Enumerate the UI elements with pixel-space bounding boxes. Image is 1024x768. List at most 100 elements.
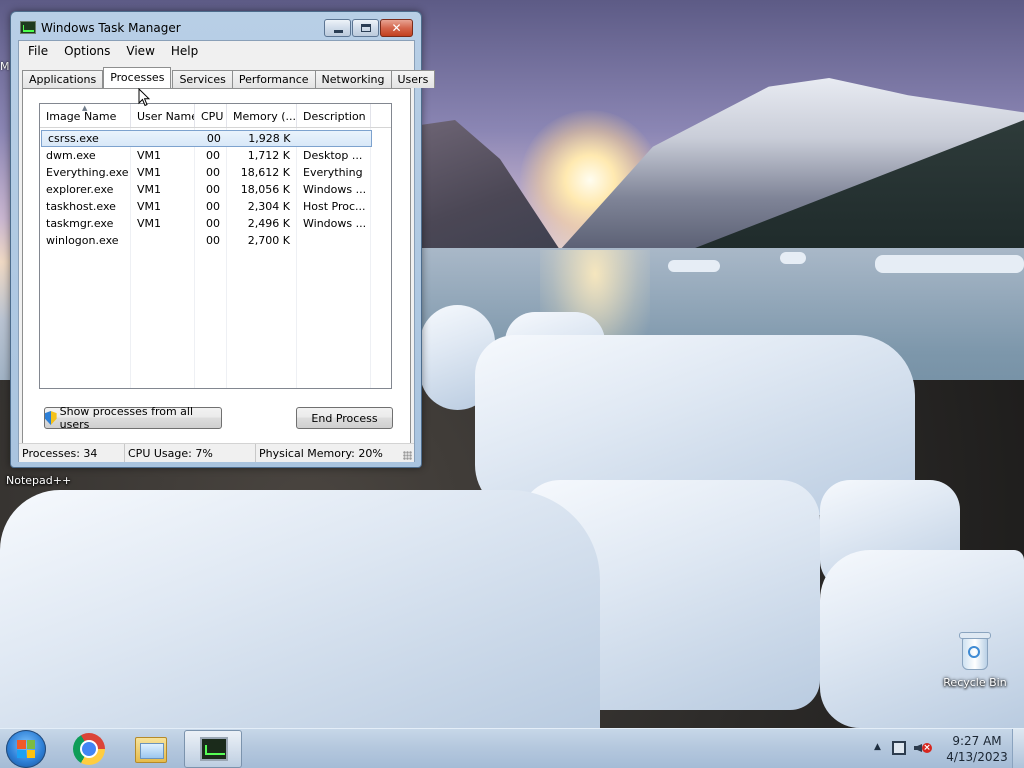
window-title: Windows Task Manager xyxy=(41,21,181,35)
wallpaper-floe xyxy=(780,252,806,264)
table-row[interactable]: csrss.exe 00 1,928 K xyxy=(41,130,372,147)
maximize-button[interactable] xyxy=(352,19,379,37)
caption-buttons: ✕ xyxy=(323,19,413,37)
close-icon: ✕ xyxy=(391,21,402,35)
column-label: Description xyxy=(303,110,366,123)
maximize-icon xyxy=(361,24,371,32)
cell-mem: 2,700 K xyxy=(247,234,290,247)
status-physical-memory: Physical Memory: 20% xyxy=(259,447,383,460)
taskbar-explorer[interactable] xyxy=(122,730,180,768)
desktop-partial-label: M xyxy=(0,60,10,73)
column-user-name[interactable]: User Name xyxy=(131,104,195,127)
recycle-bin-icon xyxy=(959,630,991,672)
desktop-icon-notepadpp[interactable]: Notepad++ xyxy=(6,474,71,487)
cell-mem: 1,712 K xyxy=(247,149,290,162)
button-label: Show processes from all users xyxy=(59,405,194,431)
column-filler xyxy=(371,104,391,127)
network-icon[interactable] xyxy=(892,741,906,755)
sort-ascending-icon: ▲ xyxy=(82,104,88,112)
tab-users[interactable]: Users xyxy=(390,70,436,88)
tab-performance[interactable]: Performance xyxy=(231,70,316,88)
start-button[interactable] xyxy=(6,730,46,768)
status-cpu-usage: CPU Usage: 7% xyxy=(125,444,256,462)
status-processes: Processes: 34 xyxy=(19,444,125,462)
table-row[interactable]: Everything.exe VM1 00 18,612 K Everything xyxy=(40,164,391,181)
process-list[interactable]: ▲ Image Name User Name CPU Memory (... D… xyxy=(39,103,392,389)
taskbar-chrome[interactable] xyxy=(60,730,118,768)
show-desktop-button[interactable] xyxy=(1012,729,1024,768)
cell-mem: 18,612 K xyxy=(240,166,290,179)
clock[interactable]: 9:27 AM 4/13/2023 xyxy=(942,733,1012,765)
explorer-folder-icon xyxy=(135,737,167,763)
cell-user: VM1 xyxy=(137,166,162,179)
title-bar[interactable]: Windows Task Manager ✕ xyxy=(11,12,421,40)
cell-cpu: 00 xyxy=(206,234,220,247)
cell-user: VM1 xyxy=(137,217,162,230)
system-tray: ▲ 9:27 AM 4/13/2023 xyxy=(864,729,1024,768)
close-button[interactable]: ✕ xyxy=(380,19,413,37)
cell-name: csrss.exe xyxy=(48,132,99,145)
column-memory[interactable]: Memory (... xyxy=(227,104,297,127)
column-label: User Name xyxy=(137,110,195,123)
cell-mem: 2,496 K xyxy=(247,217,290,230)
cell-name: winlogon.exe xyxy=(46,234,119,247)
table-row[interactable]: winlogon.exe 00 2,700 K xyxy=(40,232,391,249)
show-hidden-icons-icon[interactable]: ▲ xyxy=(874,742,881,752)
column-image-name[interactable]: ▲ Image Name xyxy=(40,104,131,127)
table-row[interactable]: taskhost.exe VM1 00 2,304 K Host Proc... xyxy=(40,198,391,215)
cell-desc: Windows ... xyxy=(303,183,367,196)
tab-networking[interactable]: Networking xyxy=(314,70,392,88)
table-row[interactable]: explorer.exe VM1 00 18,056 K Windows ... xyxy=(40,181,391,198)
windows-logo-icon xyxy=(17,740,35,758)
wallpaper-floe xyxy=(875,255,1024,273)
cell-user: VM1 xyxy=(137,200,162,213)
process-rows: csrss.exe 00 1,928 K dwm.exe VM1 00 1,712 K Des… xyxy=(40,130,391,249)
cell-cpu: 00 xyxy=(206,200,220,213)
task-manager-window[interactable]: Windows Task Manager ✕ File Options View… xyxy=(10,11,436,468)
cell-name: taskmgr.exe xyxy=(46,217,114,230)
table-row[interactable]: dwm.exe VM1 00 1,712 K Desktop ... xyxy=(40,147,391,164)
mouse-cursor-icon xyxy=(138,88,150,107)
minimize-button[interactable] xyxy=(324,19,351,37)
taskbar-task-manager[interactable] xyxy=(184,730,242,768)
show-all-processes-button[interactable]: Show processes from all users xyxy=(44,405,222,431)
resize-grip[interactable] xyxy=(403,451,412,460)
cell-cpu: 00 xyxy=(206,217,220,230)
menu-file[interactable]: File xyxy=(19,41,56,61)
cell-mem: 1,928 K xyxy=(248,132,291,145)
table-row[interactable]: taskmgr.exe VM1 00 2,496 K Windows ... xyxy=(40,215,391,232)
task-manager-icon xyxy=(200,737,228,761)
menu-help[interactable]: Help xyxy=(163,41,206,61)
column-description[interactable]: Description xyxy=(297,104,371,127)
status-bar: Processes: 34 CPU Usage: 7% Physical Mem… xyxy=(19,443,414,462)
cell-cpu: 00 xyxy=(206,183,220,196)
column-label: CPU xyxy=(201,110,224,123)
volume-muted-icon[interactable] xyxy=(914,741,932,755)
cell-cpu: 00 xyxy=(206,149,220,162)
window-client-area: File Options View Help Applications Proc… xyxy=(18,40,436,462)
menu-view[interactable]: View xyxy=(118,41,162,61)
cell-name: Everything.exe xyxy=(46,166,129,179)
column-cpu[interactable]: CPU xyxy=(195,104,227,127)
chrome-icon xyxy=(73,733,105,765)
uac-shield-icon xyxy=(45,411,57,425)
cell-user: VM1 xyxy=(137,149,162,162)
taskbar: ▲ 9:27 AM 4/13/2023 xyxy=(0,728,1024,768)
cell-desc: Desktop ... xyxy=(303,149,363,162)
minimize-icon xyxy=(334,30,343,33)
cell-cpu: 00 xyxy=(206,132,221,145)
desktop-icon-recycle-bin[interactable]: Recycle Bin xyxy=(938,630,1012,689)
menu-options[interactable]: Options xyxy=(56,41,118,61)
column-label: Memory (... xyxy=(233,110,297,123)
tab-strip: Applications Processes Services Performa… xyxy=(22,67,436,88)
tab-applications[interactable]: Applications xyxy=(22,70,104,88)
cell-desc: Everything xyxy=(303,166,363,179)
tab-services[interactable]: Services xyxy=(172,70,233,88)
wallpaper-floe xyxy=(668,260,720,272)
cell-desc: Host Proc... xyxy=(303,200,366,213)
wallpaper-ice xyxy=(0,490,600,728)
cell-mem: 18,056 K xyxy=(240,183,290,196)
cell-desc: Windows ... xyxy=(303,217,367,230)
tab-processes[interactable]: Processes xyxy=(103,67,172,88)
end-process-button[interactable]: End Process xyxy=(296,407,393,429)
